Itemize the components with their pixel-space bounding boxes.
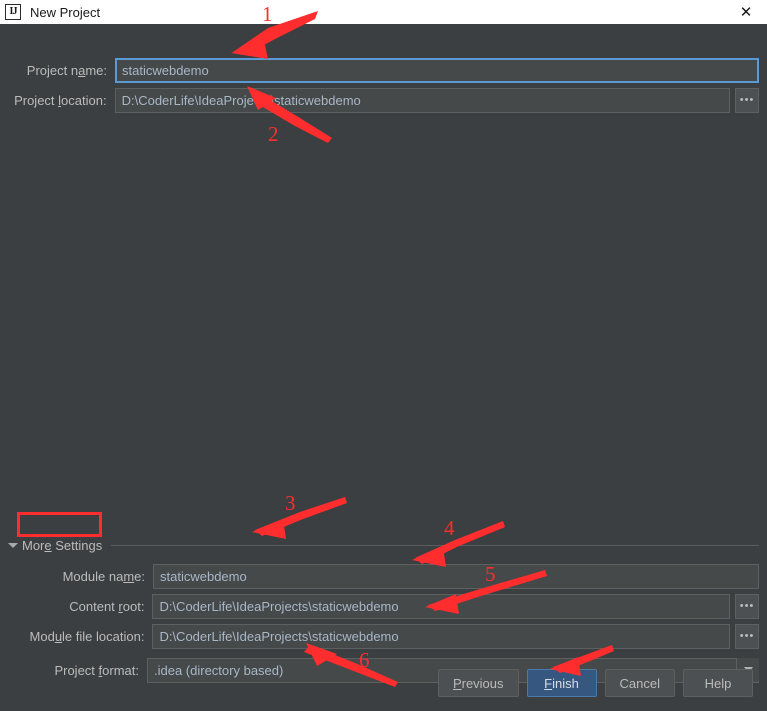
module-file-location-input[interactable]: D:\CoderLife\IdeaProjects\staticwebdemo xyxy=(152,624,730,649)
module-name-input[interactable]: staticwebdemo xyxy=(153,564,759,589)
dialog-button-row: Previous Finish Cancel Help xyxy=(438,669,753,697)
project-format-label: Project format: xyxy=(8,663,139,678)
module-name-label: Module name: xyxy=(8,569,145,584)
annotation-number-4: 4 xyxy=(444,516,455,541)
row-module-name: Module name: staticwebdemo xyxy=(8,564,759,589)
more-settings-label[interactable]: More Settings xyxy=(22,538,102,553)
row-module-file-location: Module file location: D:\CoderLife\IdeaP… xyxy=(8,624,759,649)
annotation-number-5: 5 xyxy=(485,562,496,587)
module-file-location-label: Module file location: xyxy=(8,629,144,644)
help-button[interactable]: Help xyxy=(683,669,753,697)
cancel-button[interactable]: Cancel xyxy=(605,669,675,697)
annotation-number-1: 1 xyxy=(262,2,273,27)
annotation-number-2: 2 xyxy=(268,122,279,147)
project-location-input[interactable]: D:\CoderLife\IdeaProjects\staticwebdemo xyxy=(115,88,731,113)
close-icon[interactable]: ✕ xyxy=(725,0,767,24)
chevron-down-icon[interactable] xyxy=(8,543,18,548)
window-title: New Project xyxy=(30,5,100,20)
dialog-body: Project name: staticwebdemo Project loca… xyxy=(0,24,767,711)
project-location-label: Project location: xyxy=(8,93,107,108)
more-settings-header[interactable]: More Settings xyxy=(8,538,759,553)
row-content-root: Content root: D:\CoderLife\IdeaProjects\… xyxy=(8,594,759,619)
finish-button[interactable]: Finish xyxy=(527,669,597,697)
window-titlebar: IJ New Project ✕ xyxy=(0,0,767,24)
app-icon-intellij: IJ xyxy=(5,4,21,20)
row-project-name: Project name: staticwebdemo xyxy=(8,58,759,83)
annotation-number-6: 6 xyxy=(359,648,370,673)
annotation-number-3: 3 xyxy=(285,491,296,516)
project-name-label: Project name: xyxy=(8,63,107,78)
previous-button[interactable]: Previous xyxy=(438,669,519,697)
row-project-location: Project location: D:\CoderLife\IdeaProje… xyxy=(8,88,759,113)
module-file-location-browse-button[interactable]: ••• xyxy=(735,624,759,649)
content-root-label: Content root: xyxy=(8,599,144,614)
project-location-browse-button[interactable]: ••• xyxy=(735,88,759,113)
content-root-browse-button[interactable]: ••• xyxy=(735,594,759,619)
project-name-input[interactable]: staticwebdemo xyxy=(115,58,759,83)
more-settings-separator xyxy=(111,545,759,546)
content-root-input[interactable]: D:\CoderLife\IdeaProjects\staticwebdemo xyxy=(152,594,730,619)
